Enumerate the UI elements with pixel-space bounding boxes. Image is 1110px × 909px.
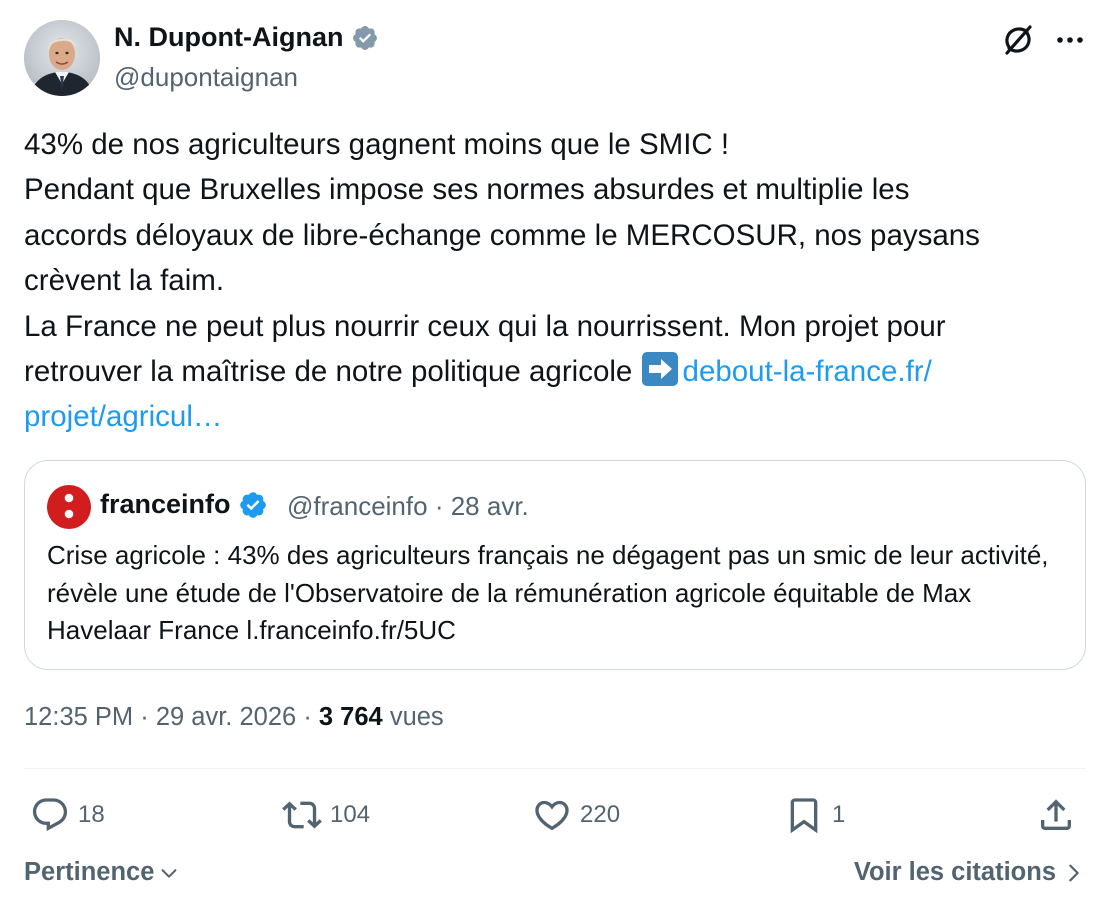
tweet-date[interactable]: 29 avr. 2026 bbox=[156, 703, 296, 731]
meta-separator: · bbox=[303, 703, 312, 731]
share-button[interactable] bbox=[1036, 794, 1076, 836]
tweet-detail: N. Dupont-Aignan @dupontaignan 43% de no… bbox=[0, 0, 1110, 909]
tweet-line: 43% de nos agriculteurs gagnent moins qu… bbox=[24, 128, 730, 161]
tweet-line: Pendant que Bruxelles impose ses normes … bbox=[24, 173, 910, 207]
author-handle[interactable]: @dupontaignan bbox=[114, 62, 298, 93]
tweet-time[interactable]: 12:35 PM bbox=[24, 703, 133, 731]
view-quotes-label: Voir les citations bbox=[853, 858, 1056, 886]
reply-button[interactable]: 18 bbox=[30, 794, 105, 836]
verified-badge-icon bbox=[353, 25, 378, 50]
tweet-line: accords déloyaux de libre-échange comme … bbox=[24, 218, 980, 252]
divider bbox=[24, 768, 1086, 769]
repost-count: 104 bbox=[330, 801, 371, 828]
author-name[interactable]: N. Dupont-Aignan bbox=[114, 22, 379, 53]
heart-icon bbox=[535, 800, 569, 831]
tweet-line-text: retrouver la maîtrise de notre politique… bbox=[24, 355, 641, 389]
tweet-meta: 12:35 PM · 29 avr. 2026 · 3 764 vues bbox=[24, 703, 444, 732]
author-avatar[interactable] bbox=[24, 20, 100, 96]
meta-separator: · bbox=[140, 703, 149, 731]
tweet-line: crèvent la faim. bbox=[24, 264, 225, 298]
quoted-date[interactable]: 28 avr. bbox=[451, 491, 529, 521]
sort-label: Pertinence bbox=[24, 858, 155, 886]
quoted-meta: @franceinfo · 28 avr. bbox=[287, 491, 529, 522]
bookmark-icon bbox=[790, 798, 818, 834]
reply-icon bbox=[32, 798, 68, 832]
quoted-text: Crise agricole : 43% des agriculteurs fr… bbox=[47, 540, 1049, 646]
tweet-line-with-link: retrouver la maîtrise de notre politique… bbox=[24, 349, 1088, 394]
author-name-text[interactable]: N. Dupont-Aignan bbox=[114, 22, 343, 53]
view-quotes-link[interactable]: Voir les citations bbox=[854, 858, 1082, 887]
chevron-down-icon bbox=[161, 868, 177, 878]
bookmark-button[interactable]: 1 bbox=[784, 794, 845, 836]
verified-badge-icon bbox=[239, 491, 266, 518]
reply-count: 18 bbox=[78, 801, 105, 828]
quoted-author-name[interactable]: franceinfo bbox=[100, 489, 231, 520]
article-link-continued[interactable]: projet/agricul… bbox=[24, 400, 222, 433]
views-label: vues bbox=[389, 703, 444, 731]
repost-icon bbox=[282, 801, 322, 829]
more-options-icon[interactable] bbox=[1052, 22, 1088, 58]
quoted-author[interactable]: franceinfo bbox=[100, 489, 268, 520]
like-button[interactable]: 220 bbox=[532, 794, 620, 836]
sort-dropdown[interactable]: Pertinence bbox=[24, 858, 180, 887]
quoted-handle: @franceinfo bbox=[287, 491, 428, 521]
right-arrow-emoji-icon bbox=[641, 352, 678, 387]
quoted-tweet-card[interactable]: franceinfo @franceinfo · 28 avr. Crise a… bbox=[24, 460, 1086, 670]
tweet-line-link: projet/agricul… bbox=[24, 394, 1088, 439]
share-icon bbox=[1041, 799, 1071, 830]
grok-icon[interactable] bbox=[1000, 22, 1036, 58]
like-count: 220 bbox=[580, 801, 621, 828]
franceinfo-logo[interactable] bbox=[47, 485, 91, 529]
chevron-right-icon bbox=[1069, 864, 1079, 881]
tweet-text: 43% de nos agriculteurs gagnent moins qu… bbox=[24, 122, 1088, 440]
article-link[interactable]: debout-la-france.fr/ bbox=[683, 355, 932, 388]
views-count: 3 764 bbox=[318, 703, 383, 731]
repost-button[interactable]: 104 bbox=[282, 794, 370, 836]
bookmark-count: 1 bbox=[832, 801, 846, 828]
tweet-line: La France ne peut plus nourrir ceux qui … bbox=[24, 309, 946, 343]
quoted-separator: · bbox=[434, 491, 444, 521]
